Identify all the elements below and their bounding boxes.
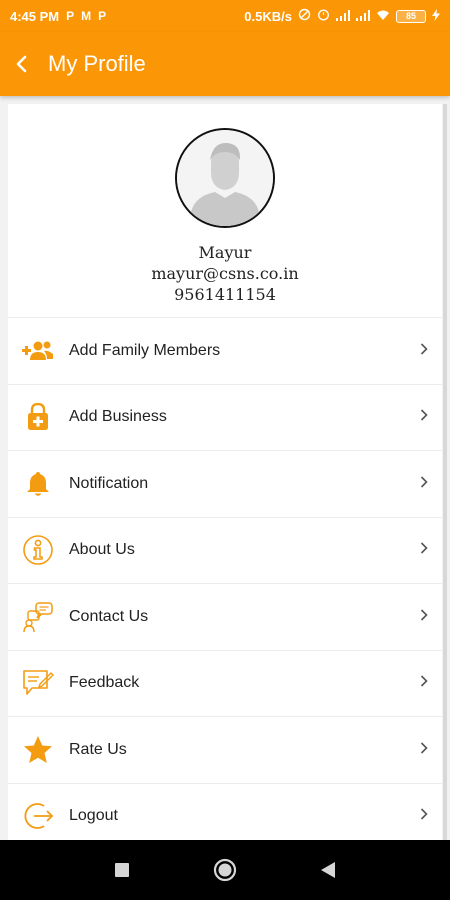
- menu-item-rate-us[interactable]: Rate Us: [8, 716, 442, 783]
- bell-icon: [27, 471, 49, 496]
- avatar: [175, 128, 275, 228]
- add-family-icon: [22, 341, 53, 360]
- menu-item-label: About Us: [69, 541, 135, 559]
- scrollbar[interactable]: [443, 104, 447, 840]
- menu-item-label: Add Business: [69, 408, 167, 426]
- profile-header: Mayur mayur@csns.co.in 9561411154: [8, 104, 442, 317]
- chevron-left-icon: [16, 55, 27, 73]
- chevron-right-icon: [420, 741, 428, 759]
- feedback-icon: [23, 670, 54, 696]
- app-bar: My Profile: [0, 32, 450, 96]
- logout-icon: [24, 803, 54, 830]
- notification-p-icon: P: [98, 9, 107, 23]
- notification-p-icon: P: [66, 9, 75, 23]
- info-icon: [23, 535, 53, 566]
- user-phone: 9561411154: [174, 285, 276, 304]
- system-nav-bar: [0, 840, 450, 900]
- chevron-right-icon: [420, 674, 428, 692]
- net-speed: 0.5KB/s: [244, 8, 292, 24]
- add-business-icon: [28, 403, 48, 431]
- chevron-right-icon: [420, 807, 428, 825]
- user-name: Mayur: [198, 243, 252, 262]
- menu-item-contact-us[interactable]: Contact Us: [8, 583, 442, 650]
- contact-icon: [23, 602, 53, 632]
- battery-icon: 85: [396, 9, 426, 23]
- menu-item-add-business[interactable]: Add Business: [8, 383, 442, 451]
- status-bar: 4:45 PM P M P 0.5KB/s 85: [0, 0, 450, 32]
- page-title: My Profile: [48, 51, 146, 76]
- circle-icon: [213, 858, 237, 882]
- menu-item-about-us[interactable]: About Us: [8, 516, 442, 584]
- menu-item-label: Feedback: [69, 674, 140, 692]
- user-placeholder-icon: [177, 130, 273, 226]
- menu-item-label: Logout: [69, 807, 118, 825]
- chevron-right-icon: [420, 342, 428, 360]
- back-button[interactable]: [0, 32, 44, 96]
- user-email: mayur@csns.co.in: [151, 264, 299, 283]
- charging-icon: [432, 8, 440, 24]
- status-time: 4:45 PM: [10, 8, 60, 24]
- back-nav-button[interactable]: [308, 850, 348, 890]
- menu-item-label: Notification: [69, 474, 149, 492]
- alarm-icon: [317, 8, 330, 24]
- dnd-icon: [298, 8, 311, 24]
- notification-mail-icon: M: [81, 9, 92, 23]
- wifi-icon: [376, 9, 390, 24]
- chevron-right-icon: [420, 408, 428, 426]
- chevron-right-icon: [420, 475, 428, 493]
- menu-item-label: Rate Us: [69, 740, 127, 758]
- profile-content: Mayur mayur@csns.co.in 9561411154 Add Fa…: [8, 104, 442, 840]
- home-button[interactable]: [205, 850, 245, 890]
- recents-button[interactable]: [102, 850, 142, 890]
- star-icon: [24, 735, 52, 763]
- triangle-back-icon: [321, 862, 336, 878]
- signal-icon: [356, 9, 370, 24]
- square-icon: [114, 863, 129, 877]
- menu-item-add-family-members[interactable]: Add Family Members: [8, 317, 442, 384]
- chevron-right-icon: [420, 541, 428, 559]
- menu-item-label: Contact Us: [69, 607, 149, 625]
- menu-item-label: Add Family Members: [69, 341, 221, 359]
- chevron-right-icon: [420, 608, 428, 626]
- signal-icon: [336, 9, 350, 24]
- menu-item-feedback[interactable]: Feedback: [8, 649, 442, 717]
- menu-item-notification[interactable]: Notification: [8, 450, 442, 517]
